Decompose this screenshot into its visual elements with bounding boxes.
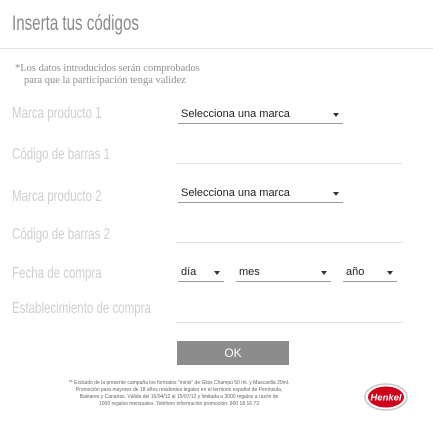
brand2-label: Marca producto 2 — [12, 188, 102, 205]
note-line-1: *Los datos introducidos serán comprobado… — [15, 63, 200, 74]
date-label: Fecha de compra — [12, 265, 102, 282]
legal-line-1: ** Excluido de la presente campaña los f… — [68, 380, 290, 386]
chevron-down-icon — [387, 271, 393, 275]
note-line-2: para que la participación tenga validez — [24, 75, 186, 86]
brand2-select[interactable]: Selecciona una marca — [178, 186, 343, 203]
chevron-down-icon — [333, 192, 339, 196]
code-entry-form-page: Inserta tus códigos *Los datos introduci… — [0, 0, 433, 438]
store-input[interactable] — [176, 292, 402, 323]
barcode2-input[interactable] — [176, 214, 402, 243]
chevron-down-icon — [214, 271, 220, 275]
day-select-value: día — [181, 266, 197, 278]
legal-line-2: Promoción para mayores de 18 años reside… — [75, 387, 283, 393]
chevron-down-icon — [321, 271, 327, 275]
barcode1-label: Código de barras 1 — [12, 146, 110, 163]
legal-text: ** Excluido de la presente campaña los f… — [8, 380, 350, 408]
brand1-label: Marca producto 1 — [12, 105, 102, 122]
chevron-down-icon — [333, 113, 339, 117]
year-select-value: año — [346, 266, 365, 278]
legal-line-3: Baleares y Canarias. Válida del 16/04/12… — [79, 394, 279, 400]
barcode2-label: Código de barras 2 — [12, 226, 110, 243]
title-divider — [0, 48, 433, 49]
henkel-logo-text: Henkel — [370, 393, 402, 404]
brand1-select[interactable]: Selecciona una marca — [178, 107, 343, 124]
barcode1-input[interactable] — [176, 135, 402, 164]
ok-button[interactable]: OK — [177, 341, 289, 365]
henkel-logo: Henkel — [364, 383, 408, 411]
month-select-value: mes — [239, 266, 260, 278]
brand2-select-value: Selecciona una marca — [181, 187, 290, 199]
day-select[interactable]: día — [178, 265, 224, 282]
validation-note: *Los datos introducidos serán comprobado… — [15, 63, 345, 87]
store-label: Establecimiento de compra — [12, 300, 151, 317]
brand1-select-value: Selecciona una marca — [181, 108, 290, 120]
year-select[interactable]: año — [343, 265, 397, 282]
month-select[interactable]: mes — [236, 265, 331, 282]
page-title: Inserta tus códigos — [12, 12, 139, 35]
legal-line-4: 1000 regalos mensuales. Teléfono informa… — [98, 401, 259, 407]
